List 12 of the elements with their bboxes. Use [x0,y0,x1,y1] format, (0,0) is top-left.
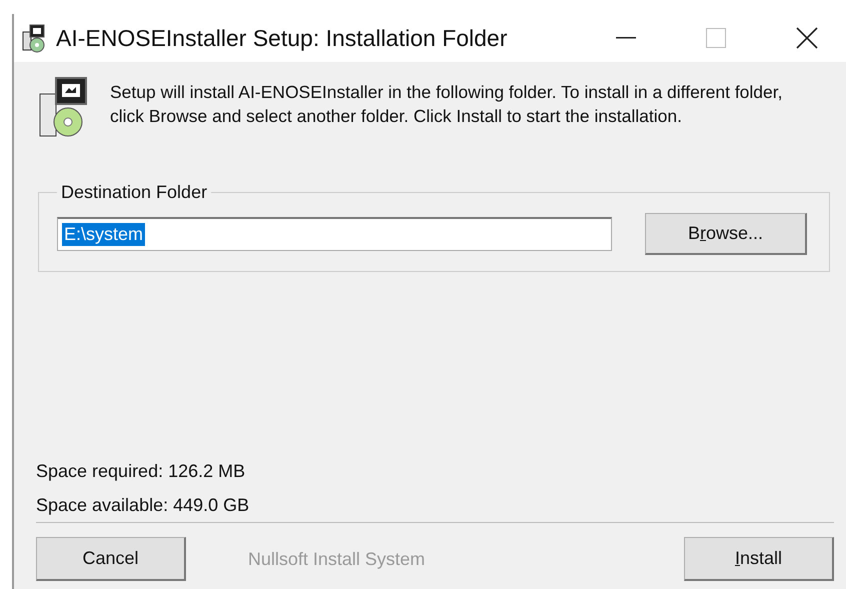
cancel-button[interactable]: Cancel [36,537,186,581]
space-available-text: Space available: 449.0 GB [36,494,250,517]
window-title: AI-ENOSEInstaller Setup: Installation Folder [56,24,508,52]
description-text: Setup will install AI-ENOSEInstaller in the following folder. To install in a different folder, click Browse and select another folder. Click Install to start the installation. [110,81,784,128]
install-button[interactable]: Install [684,537,834,581]
minimize-icon[interactable] [616,37,636,39]
browse-button[interactable]: Browse... [645,213,807,255]
folder-field[interactable]: E:\system [57,217,612,251]
close-icon[interactable] [796,27,818,49]
space-required-text: Space required: 126.2 MB [36,460,246,483]
group-label: Destination Folder [60,182,208,203]
branding-text: Nullsoft Install System [248,548,426,570]
